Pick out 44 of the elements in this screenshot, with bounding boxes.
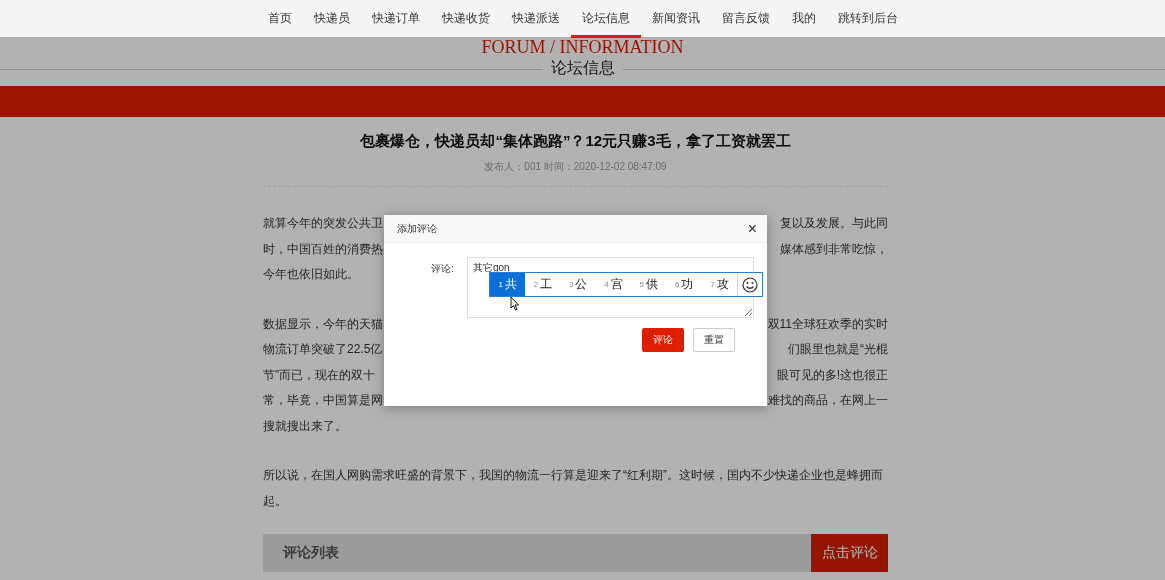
ime-candidate[interactable]: 2 工 xyxy=(525,273,561,296)
paragraph-text: 媒体感到非常吃惊， xyxy=(780,240,888,258)
nav-link[interactable]: 首页 xyxy=(256,0,303,38)
smiley-icon[interactable] xyxy=(742,276,759,293)
ime-candidate[interactable]: 4 宫 xyxy=(595,273,632,296)
close-button[interactable]: × xyxy=(745,220,759,237)
ime-candidate[interactable]: 5 供 xyxy=(631,273,667,296)
nav-link[interactable]: 快递收货 xyxy=(430,0,501,38)
paragraph-text: 复以及发展。与此同 xyxy=(780,215,888,232)
reset-button[interactable]: 重置 xyxy=(693,328,735,352)
nav-link[interactable]: 新闻资讯 xyxy=(640,0,711,38)
nav-link[interactable]: 快递员 xyxy=(302,0,361,38)
dialog-title: 添加评论 xyxy=(397,221,437,236)
add-comment-button[interactable]: 点击评论 xyxy=(811,534,888,572)
section-title: 论坛信息 xyxy=(542,59,623,76)
paragraph-text: 搜就搜出来了。 xyxy=(263,417,347,435)
paragraph-text: 难找的商品，在网上一 xyxy=(768,392,888,409)
nav-link[interactable]: 论坛信息 xyxy=(570,0,641,38)
field-label: 评论: xyxy=(430,262,454,276)
paragraph-text: 所以说，在国人网购需求旺盛的背景下，我国的物流一行算是迎来了“红利期”。这时候，国内不少快递企业也是蜂拥而起。 xyxy=(263,467,884,510)
comment-list-title: 评论列表 xyxy=(281,544,339,562)
paragraph-text: 双11全球狂欢季的实时 xyxy=(767,315,888,333)
ime-candidate[interactable]: 3 公 xyxy=(560,273,596,296)
paragraph-text: 物流订单突破了22.5亿 xyxy=(263,341,383,358)
paragraph-text: 就算今年的突发公共卫 xyxy=(263,215,383,232)
nav-link[interactable]: 快递派送 xyxy=(500,0,571,38)
paragraph-text: 今年也依旧如此。 xyxy=(263,266,359,283)
nav-link[interactable]: 留言反馈 xyxy=(710,0,781,38)
ime-candidate[interactable]: 7 攻 xyxy=(701,273,738,296)
paragraph-text: 们眼里也就是“光棍 xyxy=(788,341,888,358)
submit-button[interactable]: 评论 xyxy=(642,328,684,352)
paragraph-text: 节”而已，现在的双十 xyxy=(263,366,375,384)
paragraph-text: 眼可见的多!这也很正 xyxy=(776,366,888,384)
paragraph-text: 时，中国百姓的消费热 xyxy=(263,240,383,258)
nav-link[interactable]: 快递订单 xyxy=(360,0,431,38)
ime-candidate[interactable]: 1 共 xyxy=(490,273,526,296)
nav-link[interactable]: 我的 xyxy=(780,0,827,38)
section-title-en: FORUM / INFORMATION xyxy=(480,38,685,56)
article-title: 包裹爆仓，快递员却“集体跑路”？12元只赚3毛，拿了工资就罢工 xyxy=(359,131,792,151)
paragraph-text: 常，毕竟，中国算是网 xyxy=(263,392,383,409)
paragraph-text: 数据显示，今年的天猫 xyxy=(263,315,383,333)
ime-candidate[interactable]: 6 功 xyxy=(666,273,702,296)
article-meta: 发布人：001 时间：2020-12-02 08:47:09 xyxy=(483,160,668,174)
nav-link[interactable]: 跳转到后台 xyxy=(826,0,909,38)
